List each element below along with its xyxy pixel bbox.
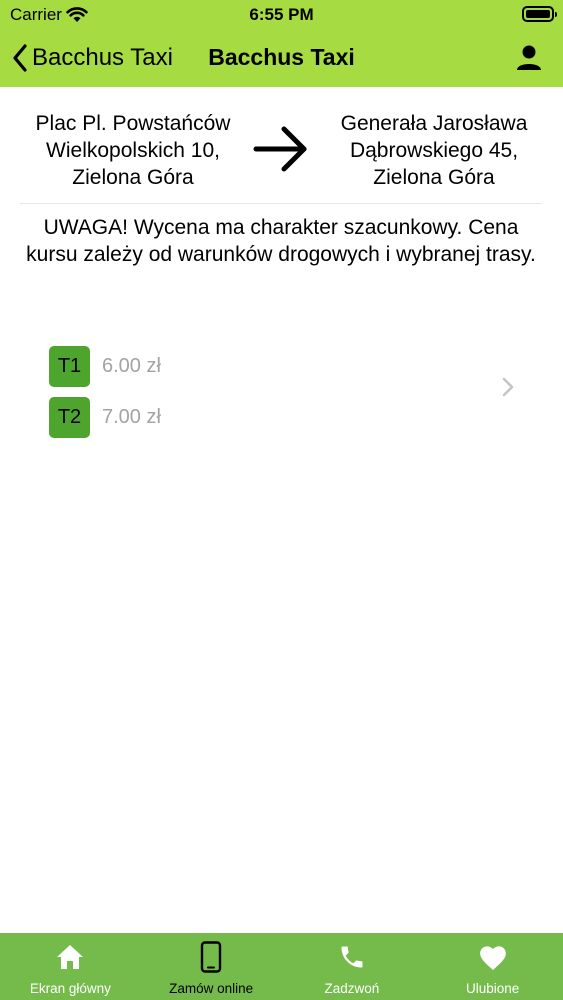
chevron-right-icon [502,377,514,397]
tariff-badge: T2 [49,397,90,438]
tariff-row: T2 7.00 zł [49,397,161,438]
tab-label: Zadzwoń [324,981,380,996]
from-address: Plac Pl. Powstańców Wielkopolskich 10, Z… [35,112,231,189]
to-address: Generała Jarosława Dąbrowskiego 45, Ziel… [340,112,528,189]
user-icon [517,45,541,70]
tariff-price: 7.00 zł [102,406,161,428]
tariff-price: 6.00 zł [102,355,161,377]
tab-home[interactable]: Ekran główny [0,933,141,1000]
call-icon [341,946,363,968]
battery-icon [522,6,557,22]
price-estimate-notice: UWAGA! Wycena ma charakter szacunkowy. C… [26,216,536,266]
tariff-row: T1 6.00 zł [49,346,161,387]
route-summary: Plac Pl. Powstańców Wielkopolskich 10, Z… [20,88,542,204]
chevron-left-icon [13,44,27,72]
tariff-price-list[interactable]: T1 6.00 zł T2 7.00 zł [49,346,519,438]
back-button[interactable]: Bacchus Taxi [12,38,173,78]
phone-device-icon [200,941,222,973]
profile-button[interactable] [513,42,545,74]
status-bar: Carrier 6:55 PM [0,0,563,30]
home-icon [57,945,84,969]
tab-bar: Ekran główny Zamów online Zadzwoń Ulubio… [0,933,563,1000]
tariff-badge: T1 [49,346,90,387]
tab-label: Ekran główny [29,981,111,996]
tab-label: Zamów online [169,981,254,996]
status-time: 6:55 PM [249,5,314,24]
heart-icon [479,946,506,970]
back-button-label: Bacchus Taxi [32,44,173,71]
arrow-right-icon [253,126,307,172]
tab-order-online[interactable]: Zamów online [141,933,282,1000]
tab-favorites[interactable]: Ulubione [422,933,563,1000]
tab-call[interactable]: Zadzwoń [282,933,423,1000]
navigation-bar: Bacchus Taxi Bacchus Taxi [0,30,563,87]
tab-label: Ulubione [465,981,520,996]
